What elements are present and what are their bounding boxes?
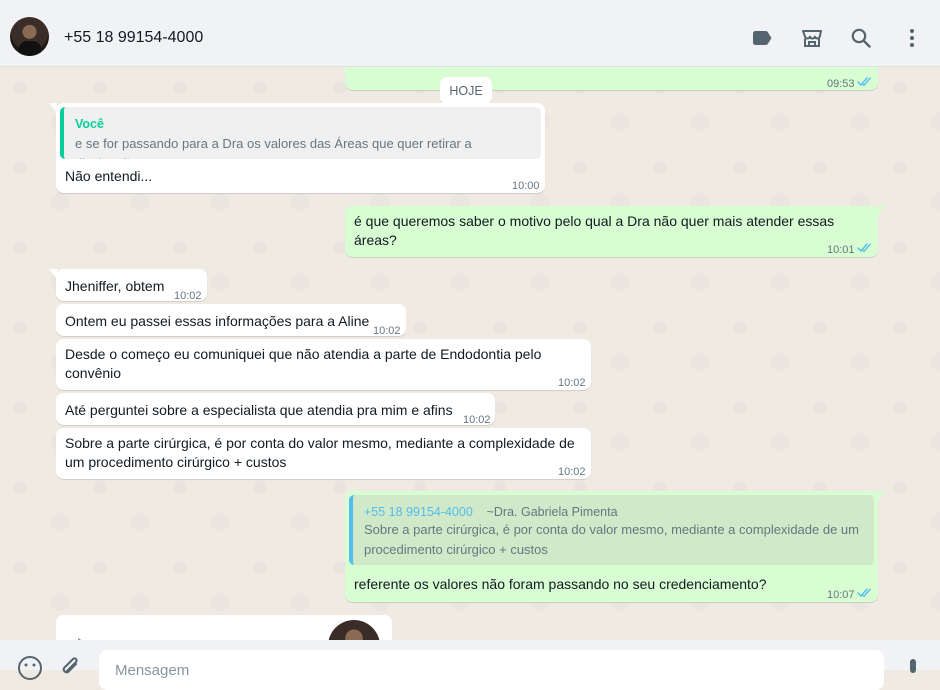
message-bubble-incoming[interactable]: Você e se for passando para a Dra os val… — [49, 103, 545, 193]
message-text: Ontem eu passei essas informações para a… — [65, 313, 370, 329]
message-bubble-outgoing[interactable]: +55 18 99154-4000 ~Dra. Gabriela Pimenta… — [345, 491, 885, 602]
search-icon[interactable] — [849, 26, 873, 50]
quoted-message[interactable]: Você e se for passando para a Dra os val… — [60, 107, 541, 159]
message-bubble-incoming[interactable]: Até perguntei sobre a especialista que a… — [56, 393, 495, 426]
quote-text: e se for passando para a Dra os valores … — [75, 136, 472, 159]
message-bubble-incoming[interactable]: Ontem eu passei essas informações para a… — [56, 304, 406, 337]
contact-name[interactable]: +55 18 99154-4000 — [64, 29, 203, 47]
message-bubble-outgoing[interactable]: é que queremos saber o motivo pelo qual … — [345, 206, 885, 257]
paperclip-icon[interactable] — [58, 655, 84, 681]
header-top-sliver — [736, 0, 796, 4]
bubble-tail — [877, 206, 885, 216]
message-text-line2: áreas? — [354, 232, 397, 248]
mic-icon[interactable] — [900, 655, 926, 681]
read-ticks-icon — [857, 76, 873, 87]
message-text: Jheniffer, obtem — [65, 278, 165, 294]
message-text-line2: um procedimento cirúrgico + custos — [65, 454, 287, 470]
message-text: referente os valores não foram passando … — [354, 576, 767, 592]
message-bubble-incoming[interactable]: Jheniffer, obtem 10:02 — [49, 269, 207, 302]
message-time: 10:02 — [558, 377, 586, 389]
message-text-line2: convênio — [65, 365, 122, 381]
date-divider: HOJE — [440, 77, 492, 105]
shop-icon[interactable] — [800, 26, 824, 50]
chat-panel[interactable]: 09:53 HOJE Você e se for passando para a… — [0, 67, 940, 640]
message-bubble-incoming[interactable]: Desde o começo eu comuniquei que não ate… — [56, 339, 591, 390]
bubble-tail — [877, 491, 885, 501]
message-text-line1: é que queremos saber o motivo pelo qual … — [354, 213, 835, 229]
read-ticks-icon — [857, 242, 873, 253]
quote-text-line2: procedimento cirúrgico + custos — [364, 542, 548, 557]
label-icon[interactable] — [750, 26, 774, 50]
bubble-tail — [49, 269, 57, 279]
message-bubble-outgoing[interactable]: 09:53 — [345, 67, 878, 90]
read-ticks-icon — [857, 587, 873, 598]
quote-author: Você — [75, 117, 104, 131]
quote-author-pushname: ~Dra. Gabriela Pimenta — [486, 505, 618, 519]
bubble-tail — [49, 103, 57, 113]
audio-message-bubble[interactable] — [56, 615, 392, 640]
message-composer — [0, 640, 940, 690]
message-time: 10:00 — [512, 180, 540, 192]
message-time: 10:02 — [558, 466, 586, 478]
audio-sender-avatar — [328, 620, 380, 640]
message-time: 10:07 — [827, 589, 855, 601]
emoji-icon[interactable] — [17, 655, 43, 681]
quoted-message[interactable]: +55 18 99154-4000 ~Dra. Gabriela Pimenta… — [349, 495, 874, 565]
message-text-line1: Sobre a parte cirúrgica, é por conta do … — [65, 435, 575, 451]
contact-avatar[interactable] — [10, 17, 49, 56]
message-time: 10:01 — [827, 244, 855, 256]
quote-author: +55 18 99154-4000 — [364, 505, 473, 519]
chat-header: +55 18 99154-4000 — [0, 0, 940, 67]
message-text: Não entendi... — [65, 168, 153, 184]
message-time: 09:53 — [827, 78, 855, 90]
kebab-menu-icon[interactable] — [900, 26, 924, 50]
message-text-line1: Desde o começo eu comuniquei que não ate… — [65, 346, 542, 362]
quote-text-line1: Sobre a parte cirúrgica, é por conta do … — [364, 522, 859, 537]
message-input[interactable] — [99, 650, 884, 690]
message-text: Até perguntei sobre a especialista que a… — [65, 402, 453, 418]
message-bubble-incoming[interactable]: Sobre a parte cirúrgica, é por conta do … — [56, 428, 591, 479]
